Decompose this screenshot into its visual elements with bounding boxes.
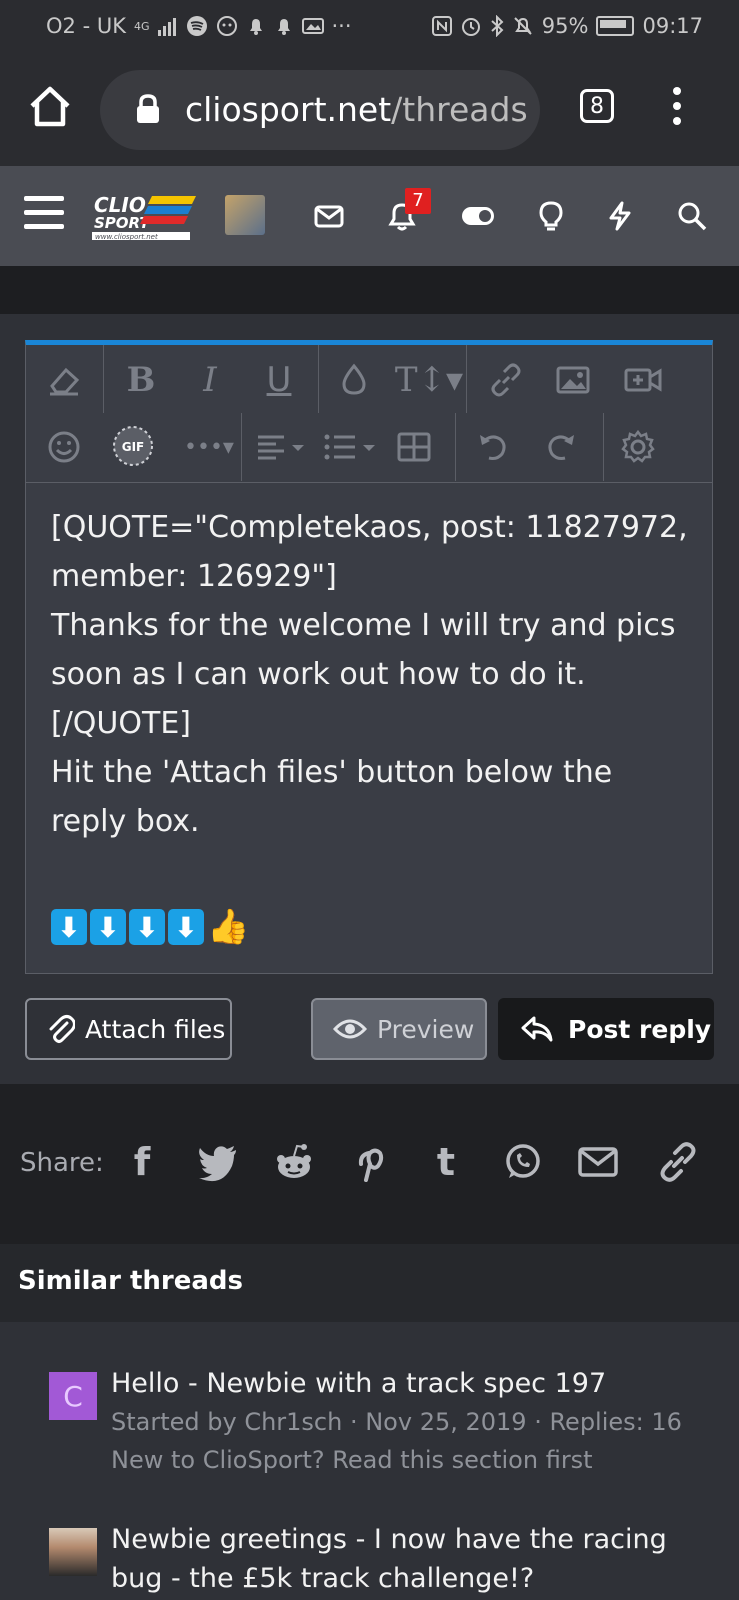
list-dropdown-icon[interactable]	[321, 427, 381, 467]
svg-text:GIF: GIF	[122, 440, 145, 454]
toolbar-separator	[103, 345, 104, 413]
address-bar[interactable]: cliosport.net/threads	[100, 70, 540, 150]
smilies-icon[interactable]	[44, 427, 84, 467]
down-arrow-emoji: ⬇	[129, 909, 165, 945]
lock-icon	[137, 94, 159, 123]
lightbulb-icon[interactable]	[535, 200, 567, 232]
insert-link-icon[interactable]	[486, 360, 526, 400]
page-spacer	[0, 266, 739, 314]
url-path: /threads	[391, 90, 528, 129]
post-reply-label: Post reply	[568, 1014, 712, 1044]
battery-percent: 95%	[541, 14, 589, 38]
home-icon[interactable]	[27, 84, 73, 130]
toolbar-separator	[241, 413, 242, 481]
hamburger-menu-icon[interactable]	[24, 196, 64, 230]
bell-icon	[277, 19, 290, 35]
spotify-icon	[186, 16, 207, 36]
text-color-drop-icon[interactable]	[334, 360, 374, 400]
url-domain: cliosport.net	[185, 90, 392, 129]
reply-editor: B I U T↕▾ GIF •••▾ [QUOTE="Completekaos,…	[25, 340, 713, 974]
reply-arrow-icon	[521, 1016, 553, 1042]
inbox-icon[interactable]	[313, 200, 345, 232]
thread-title-link[interactable]: Newbie greetings - I now have the racing…	[111, 1520, 721, 1598]
insert-table-icon[interactable]	[394, 427, 434, 467]
attach-files-button[interactable]: Attach files	[25, 998, 232, 1060]
reddit-icon[interactable]	[272, 1140, 316, 1184]
alerts-count-badge: 7	[405, 188, 431, 214]
down-arrow-emoji: ⬇	[168, 909, 204, 945]
down-arrow-emoji: ⬇	[90, 909, 126, 945]
thread-avatar[interactable]: C	[49, 1372, 97, 1420]
emoji-row: ⬇ ⬇ ⬇ ⬇ 👍	[51, 909, 249, 945]
signal-icon	[157, 18, 176, 36]
nfc-icon	[431, 16, 452, 36]
insert-image-icon[interactable]	[553, 360, 593, 400]
status-bar: O2 - UK 4G ··· 95% 09:17	[0, 0, 739, 52]
more-notifications: ···	[331, 14, 352, 38]
email-icon[interactable]	[576, 1140, 620, 1184]
post-reply-button[interactable]: Post reply	[498, 998, 714, 1060]
pinterest-icon[interactable]	[348, 1140, 392, 1184]
network-type: 4G	[133, 19, 150, 33]
style-toggle-icon[interactable]	[460, 200, 496, 232]
user-avatar[interactable]	[225, 195, 265, 235]
facebook-icon[interactable]: f	[120, 1140, 164, 1184]
gallery-notification-icon	[301, 18, 324, 34]
twitter-icon[interactable]	[196, 1140, 240, 1184]
messenger-icon	[216, 16, 237, 36]
bell-icon	[249, 19, 262, 35]
bold-button[interactable]: B	[121, 360, 161, 400]
paperclip-icon	[49, 1015, 75, 1043]
reply-textarea[interactable]: [QUOTE="Completekaos, post: 11827972, me…	[51, 503, 691, 846]
align-dropdown-icon[interactable]	[254, 427, 310, 467]
more-options-dropdown[interactable]: •••▾	[179, 427, 239, 467]
gif-button[interactable]: GIF	[112, 425, 154, 467]
clear-formatting-icon[interactable]	[44, 360, 84, 400]
site-logo[interactable]: CLIO SPORT www.cliosport.net	[92, 192, 202, 242]
thumbs-up-emoji: 👍	[207, 907, 250, 947]
clock: 09:17	[642, 14, 703, 38]
underline-button[interactable]: U	[259, 360, 299, 400]
browser-toolbar: cliosport.net/threads 8	[0, 52, 739, 166]
redo-icon[interactable]	[542, 427, 582, 467]
whats-new-bolt-icon[interactable]	[604, 200, 636, 232]
bluetooth-icon	[491, 15, 504, 37]
preview-label: Preview	[377, 1014, 475, 1044]
svg-text:www.cliosport.net: www.cliosport.net	[95, 233, 158, 241]
attach-files-label: Attach files	[85, 1014, 226, 1044]
carrier-label: O2 - UK	[46, 14, 126, 38]
insert-media-icon[interactable]	[623, 360, 663, 400]
alarm-icon	[461, 18, 480, 36]
toolbar-separator	[318, 345, 319, 413]
mute-icon	[514, 17, 532, 35]
tab-switcher-button[interactable]: 8	[580, 89, 614, 123]
preview-button[interactable]: Preview	[311, 998, 487, 1060]
toolbar-separator	[603, 413, 604, 481]
copy-link-icon[interactable]	[656, 1140, 700, 1184]
eye-icon	[333, 1019, 367, 1039]
tumblr-icon[interactable]: t	[424, 1140, 468, 1184]
editor-toolbar: B I U T↕▾ GIF •••▾	[26, 345, 712, 483]
toolbar-separator	[466, 345, 467, 413]
undo-icon[interactable]	[472, 427, 512, 467]
site-navbar: CLIO SPORT www.cliosport.net	[0, 166, 739, 266]
settings-gear-icon[interactable]	[618, 427, 658, 467]
similar-threads-title: Similar threads	[18, 1266, 243, 1296]
whatsapp-icon[interactable]	[500, 1140, 544, 1184]
down-arrow-emoji: ⬇	[51, 909, 87, 945]
search-icon[interactable]	[676, 200, 708, 232]
more-menu-icon[interactable]	[672, 86, 682, 126]
share-label: Share:	[20, 1148, 104, 1178]
thread-avatar[interactable]	[49, 1528, 97, 1576]
italic-button[interactable]: I	[190, 360, 230, 400]
toolbar-separator	[455, 413, 456, 481]
url-text[interactable]: cliosport.net/threads	[185, 90, 528, 129]
thread-title-link[interactable]: Hello - Newbie with a track spec 197	[111, 1364, 721, 1403]
battery-icon	[596, 16, 635, 36]
font-size-dropdown[interactable]: T↕▾	[395, 360, 463, 400]
thread-meta: Started by Chr1sch · Nov 25, 2019 · Repl…	[111, 1408, 682, 1436]
thread-forum-link[interactable]: New to ClioSport? Read this section firs…	[111, 1446, 593, 1474]
